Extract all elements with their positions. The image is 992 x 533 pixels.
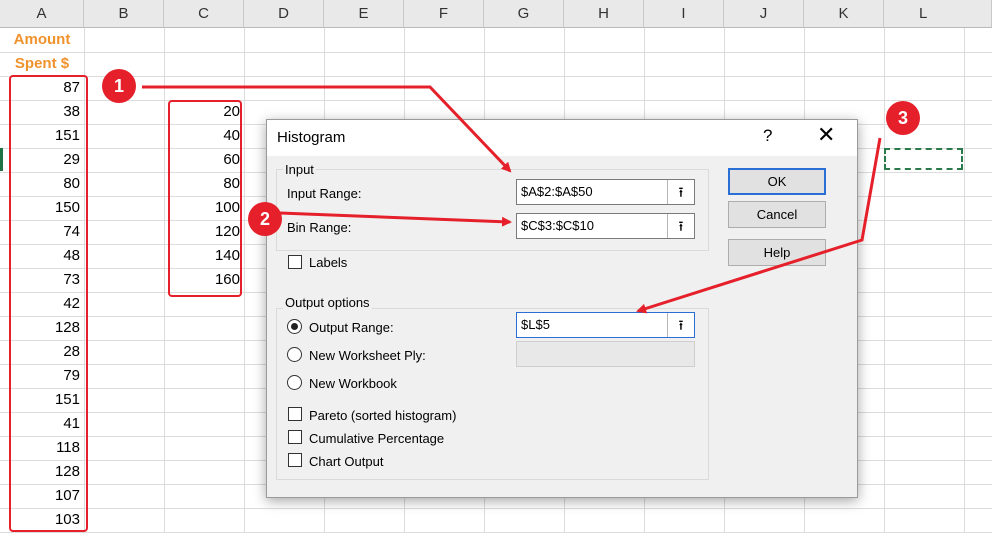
annotation-arrows bbox=[142, 85, 882, 314]
arrow-2 bbox=[279, 211, 512, 227]
callout-badge-3: 3 bbox=[886, 101, 920, 135]
callout-badge-2: 2 bbox=[248, 202, 282, 236]
callout-badge-1: 1 bbox=[102, 69, 136, 103]
arrow-1 bbox=[142, 85, 512, 173]
arrow-3 bbox=[636, 137, 882, 314]
